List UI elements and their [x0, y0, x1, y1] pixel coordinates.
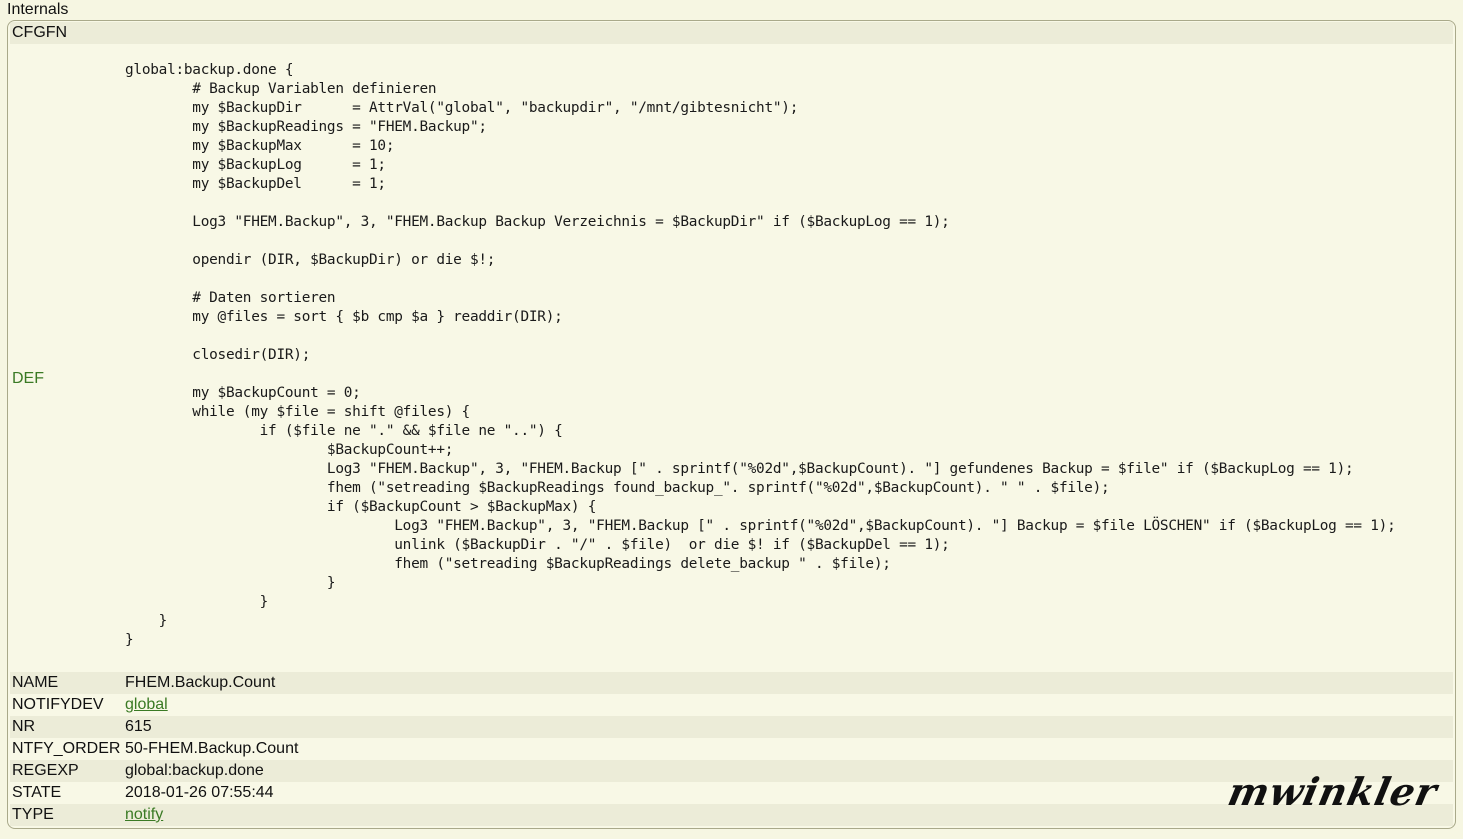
type-link[interactable]: notify	[125, 806, 163, 823]
signature-watermark: mwinkler	[1224, 769, 1442, 814]
key-ntfy-order: NTFY_ORDER	[12, 740, 121, 757]
key-state: STATE	[12, 784, 62, 801]
value-name: FHEM.Backup.Count	[125, 674, 276, 691]
section-title: Internals	[7, 1, 69, 18]
key-type: TYPE	[12, 806, 54, 823]
table-row-ntfy-order: NTFY_ORDER 50-FHEM.Backup.Count	[10, 738, 1453, 760]
key-cfgfn: CFGFN	[12, 24, 68, 41]
table-row-def: DEF global:backup.done { # Backup Variab…	[10, 44, 1453, 672]
def-code: global:backup.done { # Backup Variablen …	[125, 62, 1396, 648]
value-notifydev: global	[125, 694, 1453, 716]
notifydev-link[interactable]: global	[125, 696, 168, 713]
value-ntfy-order: 50-FHEM.Backup.Count	[125, 740, 299, 757]
value-nr: 615	[125, 718, 152, 735]
key-notifydev: NOTIFYDEV	[12, 696, 104, 713]
key-regexp: REGEXP	[12, 762, 79, 779]
table-row-notifydev: NOTIFYDEV global	[10, 694, 1453, 716]
table-row-name: NAME FHEM.Backup.Count	[10, 672, 1453, 694]
table-row-nr: NR 615	[10, 716, 1453, 738]
key-name: NAME	[12, 674, 59, 691]
internals-table: CFGFN DEF global:backup.done { # Backup …	[7, 20, 1456, 829]
key-nr: NR	[12, 718, 36, 735]
table-row-cfgfn: CFGFN	[10, 22, 1453, 44]
key-def[interactable]: DEF	[12, 368, 44, 390]
